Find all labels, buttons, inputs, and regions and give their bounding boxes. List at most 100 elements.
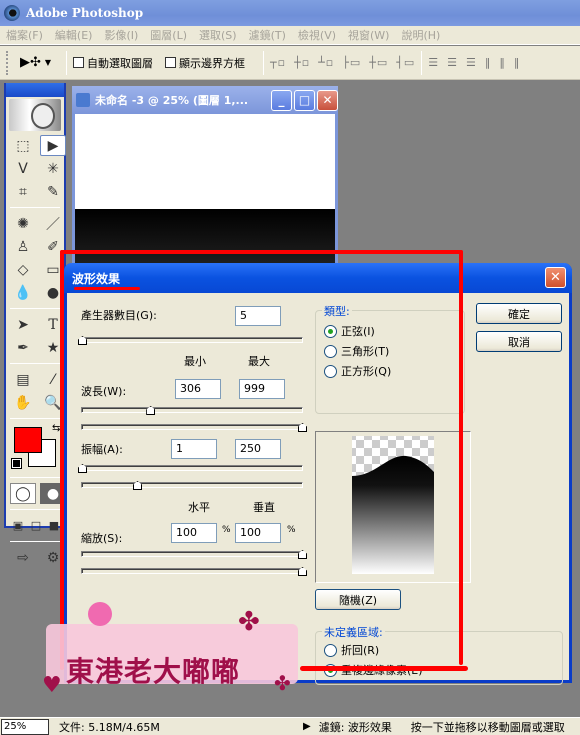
toolbar-grip[interactable] — [6, 50, 10, 75]
slider-thumb[interactable] — [298, 423, 307, 432]
crop-tool-icon[interactable]: ⌗ — [10, 181, 36, 202]
distribute-right-icon[interactable]: ‖ — [514, 56, 521, 69]
slider-thumb[interactable] — [78, 336, 87, 345]
scale-horizontal-slider[interactable] — [81, 550, 307, 559]
document-titlebar[interactable]: 未命名 -3 @ 25% (圖層 1,... _ □ ✕ — [72, 86, 338, 114]
menu-select[interactable]: 選取(S) — [199, 27, 237, 43]
app-titlebar: Adobe Photoshop — [0, 0, 580, 26]
jump-to-imageready-icon[interactable]: ⇨ — [10, 547, 36, 568]
align-buttons: ┬▫ ┼▫ ┴▫ ├▭ ┼▭ ┤▭ — [270, 56, 415, 69]
hand-tool-icon[interactable]: ✋ — [10, 392, 36, 413]
photoshop-eye-icon — [4, 5, 20, 21]
cancel-button[interactable]: 取消 — [476, 331, 562, 352]
path-selection-tool-icon[interactable]: ➤ — [10, 314, 36, 335]
wavelength-min-slider[interactable] — [81, 406, 303, 415]
type-sine-radio[interactable]: 正弦(I) — [324, 323, 375, 339]
amplitude-max-slider[interactable] — [81, 481, 303, 490]
marquee-tool-icon[interactable]: ⬚ — [10, 135, 36, 156]
radio-indicator — [324, 643, 337, 657]
distribute-top-icon[interactable]: ☰ — [428, 56, 439, 69]
amplitude-max-input[interactable]: 250 — [235, 439, 281, 459]
menu-window[interactable]: 視窗(W) — [348, 27, 389, 43]
distribute-vcenter-icon[interactable]: ☰ — [447, 56, 458, 69]
canvas-white-area[interactable] — [75, 114, 335, 209]
move-tool-icon[interactable]: ▶ — [40, 135, 66, 156]
standard-mode-icon[interactable]: ◯ — [10, 483, 36, 504]
photoshop-logo[interactable] — [9, 99, 61, 131]
percent-label: % — [287, 525, 296, 535]
maximize-button[interactable]: □ — [294, 89, 315, 111]
screen-mode-buttons: ▣ □ ■ — [6, 513, 64, 538]
align-hcenter-icon[interactable]: ┼▭ — [369, 56, 388, 69]
divider — [10, 308, 60, 309]
distribute-bottom-icon[interactable]: ☰ — [466, 56, 477, 69]
randomize-button[interactable]: 隨機(Z) — [315, 589, 401, 610]
pen-tool-icon[interactable]: ✒ — [10, 337, 36, 358]
slider-thumb[interactable] — [146, 406, 156, 415]
clone-stamp-tool-icon[interactable]: ♙ — [10, 236, 36, 257]
watermark-text: 東港老大嘟嘟 — [66, 655, 241, 688]
align-bottom-icon[interactable]: ┴▫ — [318, 56, 334, 69]
align-vcenter-icon[interactable]: ┼▫ — [294, 56, 310, 69]
chevron-down-icon: ▼ — [44, 58, 52, 67]
foreground-color-swatch[interactable] — [14, 427, 42, 453]
canvas-black-area[interactable] — [75, 209, 335, 269]
amplitude-min-slider[interactable] — [78, 464, 303, 473]
standard-screen-icon[interactable]: ▣ — [10, 515, 26, 536]
divider — [10, 509, 60, 510]
auto-select-layer-checkbox[interactable]: 自動選取圖層 — [73, 55, 153, 71]
slice-tool-icon[interactable]: ✎ — [40, 181, 66, 202]
menu-edit[interactable]: 編輯(E) — [55, 27, 93, 43]
show-bounding-box-checkbox[interactable]: 顯示邊界方框 — [165, 55, 245, 71]
menu-filter[interactable]: 濾鏡(T) — [249, 27, 286, 43]
checkbox-box — [165, 57, 176, 68]
scale-vertical-input[interactable]: 100 — [235, 523, 281, 543]
minimize-button[interactable]: _ — [271, 89, 292, 111]
brush-tool-icon[interactable]: ／ — [40, 213, 66, 234]
menu-layer[interactable]: 圖層(L) — [150, 27, 187, 43]
distribute-hcenter-icon[interactable]: ‖ — [499, 56, 506, 69]
blur-tool-icon[interactable]: 💧 — [10, 282, 36, 303]
scale-horizontal-input[interactable]: 100 — [171, 523, 217, 543]
wavelength-max-slider[interactable] — [81, 423, 307, 432]
tool-preset-picker[interactable]: ▶✣ ▼ — [20, 55, 60, 70]
amplitude-min-input[interactable]: 1 — [171, 439, 217, 459]
zoom-field[interactable]: 25% — [1, 718, 49, 735]
dialog-close-button[interactable]: ✕ — [545, 267, 566, 288]
dialog-titlebar[interactable]: 波形效果 ✕ — [64, 263, 572, 293]
menu-help[interactable]: 說明(H) — [401, 27, 440, 43]
generators-input[interactable]: 5 — [235, 306, 281, 326]
wrap-around-radio[interactable]: 折回(R) — [324, 642, 379, 658]
type-square-radio[interactable]: 正方形(Q) — [324, 363, 391, 379]
align-left-icon[interactable]: ├▭ — [342, 56, 361, 69]
slider-thumb[interactable] — [133, 481, 142, 490]
lasso-tool-icon[interactable]: ᐯ — [10, 158, 36, 179]
menu-view[interactable]: 檢視(V) — [298, 27, 336, 43]
scale-vertical-slider[interactable] — [81, 567, 307, 576]
magic-wand-tool-icon[interactable]: ✳ — [40, 158, 66, 179]
slider-thumb[interactable] — [298, 567, 307, 576]
slider-thumb[interactable] — [78, 464, 87, 473]
wavelength-max-input[interactable]: 999 — [239, 379, 285, 399]
generators-slider[interactable] — [78, 336, 303, 345]
healing-brush-tool-icon[interactable]: ✺ — [10, 213, 36, 234]
default-colors-icon[interactable] — [11, 458, 22, 469]
ok-button[interactable]: 確定 — [476, 303, 562, 324]
menu-file[interactable]: 檔案(F) — [6, 27, 43, 43]
notes-tool-icon[interactable]: ▤ — [10, 369, 36, 390]
wavelength-min-input[interactable]: 306 — [175, 379, 221, 399]
menubar: 檔案(F) 編輯(E) 影像(I) 圖層(L) 選取(S) 濾鏡(T) 檢視(V… — [0, 26, 580, 45]
close-button[interactable]: ✕ — [317, 89, 338, 111]
doc-size: 文件: 5.18M/4.65M — [59, 720, 160, 734]
type-triangle-radio[interactable]: 三角形(T) — [324, 343, 389, 359]
status-menu-arrow-icon[interactable]: ▶ — [303, 721, 311, 732]
align-top-icon[interactable]: ┬▫ — [270, 56, 286, 69]
eraser-tool-icon[interactable]: ◇ — [10, 259, 36, 280]
menu-image[interactable]: 影像(I) — [104, 27, 138, 43]
distribute-left-icon[interactable]: ‖ — [485, 56, 492, 69]
full-screen-menu-icon[interactable]: □ — [28, 515, 44, 536]
align-right-icon[interactable]: ┤▭ — [396, 56, 415, 69]
show-bounding-box-label: 顯示邊界方框 — [179, 56, 245, 70]
slider-thumb[interactable] — [298, 550, 307, 559]
toolbox-header[interactable] — [6, 83, 64, 97]
